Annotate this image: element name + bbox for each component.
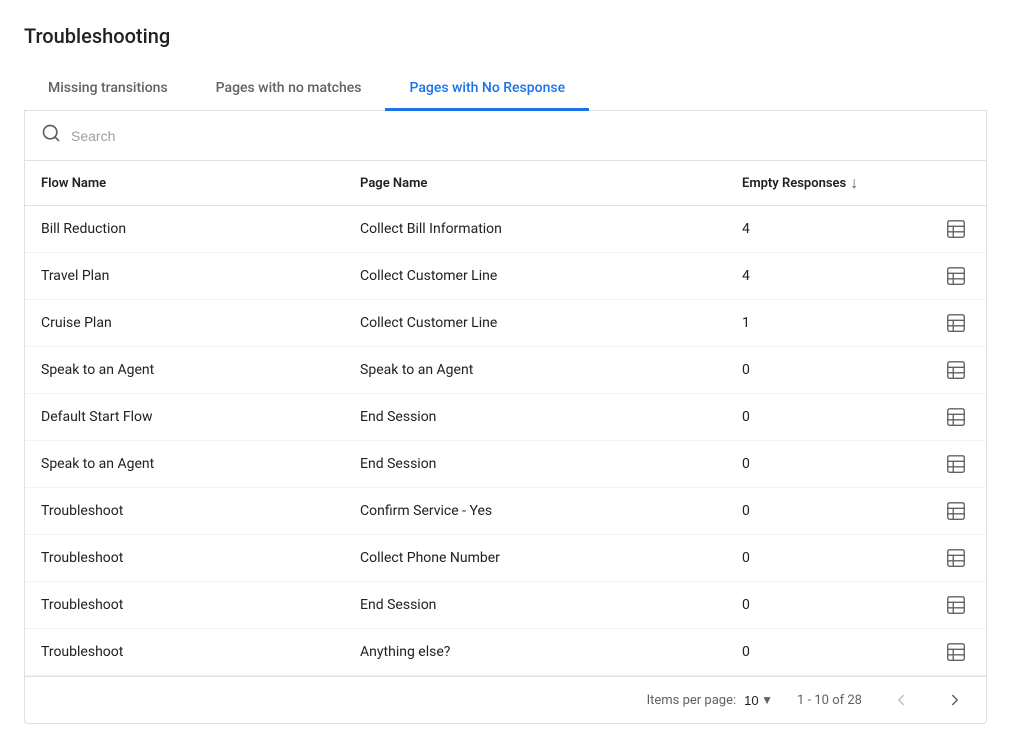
cell-action-icon[interactable] [926,629,986,676]
search-bar [25,111,986,161]
tab-pages-no-response[interactable]: Pages with No Response [385,68,589,111]
cell-page-name: End Session [344,441,726,488]
chevron-down-icon: ▼ [761,693,773,707]
detail-icon[interactable] [942,547,970,569]
detail-icon[interactable] [942,594,970,616]
cell-flow-name: Troubleshoot [25,629,344,676]
cell-flow-name: Travel Plan [25,253,344,300]
table-row: Default Start FlowEnd Session0 [25,394,986,441]
tabs-container: Missing transitions Pages with no matche… [24,68,987,111]
table-row: Travel PlanCollect Customer Line4 [25,253,986,300]
cell-flow-name: Troubleshoot [25,488,344,535]
items-per-page-select[interactable]: 5 10 25 50 [744,693,759,708]
data-table: Flow Name Page Name Empty Responses ↓ Bi… [25,161,986,676]
detail-icon[interactable] [942,453,970,475]
items-per-page-label: Items per page: [647,693,737,708]
col-header-empty-responses: Empty Responses ↓ [726,161,926,206]
cell-page-name: Collect Bill Information [344,206,726,253]
cell-empty-responses: 0 [726,629,926,676]
col-header-flow-name: Flow Name [25,161,344,206]
table-row: TroubleshootCollect Phone Number0 [25,535,986,582]
content-area: Flow Name Page Name Empty Responses ↓ Bi… [24,111,987,724]
cell-page-name: Anything else? [344,629,726,676]
cell-action-icon[interactable] [926,206,986,253]
detail-icon[interactable] [942,500,970,522]
cell-action-icon[interactable] [926,582,986,629]
cell-flow-name: Speak to an Agent [25,441,344,488]
table-row: Speak to an AgentEnd Session0 [25,441,986,488]
table-row: Bill ReductionCollect Bill Information4 [25,206,986,253]
sort-icon[interactable]: ↓ [850,173,858,193]
cell-flow-name: Cruise Plan [25,300,344,347]
cell-action-icon[interactable] [926,253,986,300]
cell-action-icon[interactable] [926,394,986,441]
cell-empty-responses: 0 [726,535,926,582]
items-per-page-select-wrapper[interactable]: 5 10 25 50 ▼ [744,693,773,708]
table-row: TroubleshootEnd Session0 [25,582,986,629]
detail-icon[interactable] [942,312,970,334]
detail-icon[interactable] [942,641,970,663]
next-page-button[interactable] [940,687,970,713]
cell-empty-responses: 1 [726,300,926,347]
col-header-page-name: Page Name [344,161,726,206]
prev-page-button[interactable] [886,687,916,713]
cell-empty-responses: 4 [726,253,926,300]
page-title: Troubleshooting [24,24,987,48]
search-input[interactable] [71,128,970,144]
table-footer: Items per page: 5 10 25 50 ▼ 1 - 10 of 2… [25,676,986,723]
cell-action-icon[interactable] [926,300,986,347]
table-header-row: Flow Name Page Name Empty Responses ↓ [25,161,986,206]
cell-flow-name: Troubleshoot [25,582,344,629]
table-row: TroubleshootAnything else?0 [25,629,986,676]
detail-icon[interactable] [942,265,970,287]
tab-pages-no-matches[interactable]: Pages with no matches [192,68,386,111]
cell-page-name: End Session [344,394,726,441]
cell-flow-name: Speak to an Agent [25,347,344,394]
pagination-info: 1 - 10 of 28 [797,693,862,708]
cell-flow-name: Bill Reduction [25,206,344,253]
cell-action-icon[interactable] [926,441,986,488]
cell-page-name: Collect Phone Number [344,535,726,582]
cell-page-name: Collect Customer Line [344,300,726,347]
table-row: Cruise PlanCollect Customer Line1 [25,300,986,347]
cell-empty-responses: 0 [726,394,926,441]
col-header-actions [926,161,986,206]
cell-page-name: Confirm Service - Yes [344,488,726,535]
table-row: TroubleshootConfirm Service - Yes0 [25,488,986,535]
cell-page-name: End Session [344,582,726,629]
cell-page-name: Speak to an Agent [344,347,726,394]
detail-icon[interactable] [942,218,970,240]
cell-empty-responses: 4 [726,206,926,253]
cell-empty-responses: 0 [726,347,926,394]
cell-action-icon[interactable] [926,488,986,535]
cell-page-name: Collect Customer Line [344,253,726,300]
cell-empty-responses: 0 [726,488,926,535]
tab-missing-transitions[interactable]: Missing transitions [24,68,192,111]
items-per-page-control: Items per page: 5 10 25 50 ▼ [647,693,773,708]
cell-empty-responses: 0 [726,582,926,629]
search-icon [41,123,61,148]
table-row: Speak to an AgentSpeak to an Agent0 [25,347,986,394]
cell-empty-responses: 0 [726,441,926,488]
detail-icon[interactable] [942,359,970,381]
cell-flow-name: Default Start Flow [25,394,344,441]
cell-flow-name: Troubleshoot [25,535,344,582]
cell-action-icon[interactable] [926,535,986,582]
detail-icon[interactable] [942,406,970,428]
cell-action-icon[interactable] [926,347,986,394]
